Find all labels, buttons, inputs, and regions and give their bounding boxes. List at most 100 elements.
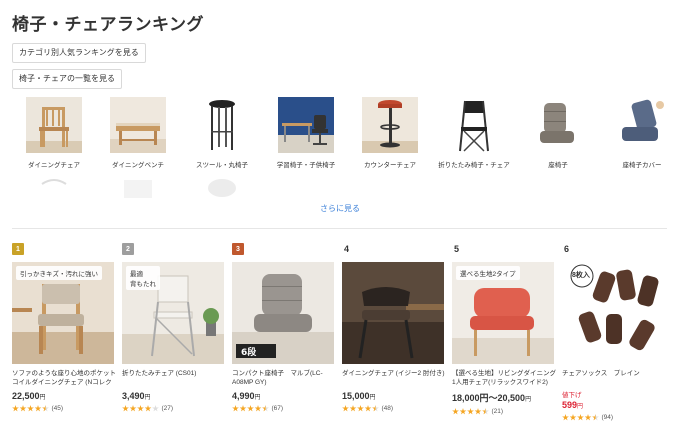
product-name[interactable]: 折りたたみチェア (CS01) <box>122 369 226 387</box>
star-icon <box>137 405 144 412</box>
category-study-chair[interactable]: 学習椅子・子供椅子 <box>264 97 348 169</box>
star-icon <box>577 414 584 421</box>
review-count[interactable]: (45) <box>52 405 64 412</box>
feature-tag: 選べる生地2タイプ <box>456 266 520 280</box>
category-dining-chair[interactable]: ダイニングチェア <box>12 97 96 169</box>
price-unit: 円 <box>525 397 532 403</box>
category-ranking-link[interactable]: カテゴリ別人気ランキングを見る <box>12 43 146 63</box>
category-collapsed-item <box>180 176 264 198</box>
review-count[interactable]: (48) <box>382 405 394 412</box>
review-count[interactable]: (27) <box>162 405 174 412</box>
stool-image <box>194 97 250 153</box>
desk-chair-image <box>278 97 334 153</box>
star-icon <box>467 408 474 415</box>
rating: (27) <box>122 405 226 412</box>
category-label: 学習椅子・子供椅子 <box>276 162 336 169</box>
star-icon <box>254 405 262 412</box>
crown-icon: 3 <box>232 243 244 255</box>
price-unit: 円 <box>254 395 261 401</box>
price-value: 15,000 <box>342 391 370 401</box>
category-floor-chair[interactable]: 座椅子 <box>516 97 600 169</box>
category-dining-bench[interactable]: ダイニングベンチ <box>96 97 180 169</box>
price-value: 18,000円～20,500 <box>452 393 526 403</box>
product-price: 22,500円 <box>12 391 116 401</box>
product-name[interactable]: チェアソックス プレイン <box>562 369 666 387</box>
category-floor-chair-cover[interactable]: 座椅子カバー <box>600 97 684 169</box>
star-half-icon <box>482 408 489 415</box>
rating: (21) <box>452 408 556 415</box>
ranking-card[interactable]: 1 引っかきキズ・汚れに強い ソファのような座り心地のポケットコイルダイニングチ… <box>12 242 116 412</box>
star-icon <box>357 405 364 412</box>
rating: (48) <box>342 405 446 412</box>
price-unit: 円 <box>39 395 46 401</box>
feature-tag: 引っかきキズ・汚れに強い <box>16 266 102 280</box>
see-more-link[interactable]: さらに見る <box>320 203 360 214</box>
star-icon <box>459 408 467 415</box>
chair-image <box>26 176 82 198</box>
floor-chair-cover-image <box>614 97 670 153</box>
category-row-collapsed <box>12 176 312 198</box>
folding-chair-image <box>446 97 502 153</box>
star-icon <box>12 405 19 412</box>
rank-badge: 2 <box>122 242 226 256</box>
star-icon <box>19 405 27 412</box>
product-name[interactable]: ダイニングチェア (イジー2 肘付き) <box>342 369 446 387</box>
category-stool[interactable]: スツール・丸椅子 <box>180 97 264 169</box>
star-half-icon <box>42 405 49 412</box>
product-price: 18,000円～20,500円 <box>452 391 556 404</box>
crown-icon: 1 <box>12 243 24 255</box>
category-counter-chair[interactable]: カウンターチェア <box>348 97 432 169</box>
category-label: ダイニングベンチ <box>112 162 164 169</box>
star-icon <box>144 405 152 412</box>
ranking-card[interactable]: 5 選べる生地2タイプ 【選べる生地】リビングダイニング1人用チェア(リラックス… <box>452 242 556 415</box>
product-image: 8枚入 <box>562 262 664 364</box>
floor-chair-image <box>530 97 586 153</box>
category-label: 折りたたみ椅子・チェア <box>438 162 510 169</box>
wooden-chair-image <box>26 97 82 153</box>
review-count[interactable]: (67) <box>272 405 284 412</box>
price-unit: 円 <box>577 404 584 410</box>
star-icon <box>569 414 577 421</box>
category-folding-chair[interactable]: 折りたたみ椅子・チェア <box>432 97 516 169</box>
review-count[interactable]: (21) <box>492 408 504 415</box>
category-label: 座椅子 <box>548 162 568 169</box>
ranking-card[interactable]: 3 6段 コンパクト座椅子 マルブ(LC-A08MP GY) 4,990円 (6… <box>232 242 336 412</box>
rank-number: 4 <box>344 244 350 254</box>
bar-stool-image <box>362 97 418 153</box>
quantity-tag: 8枚入 <box>572 272 590 279</box>
product-name[interactable]: ソファのような座り心地のポケットコイルダイニングチェア (Nコレクション <box>12 369 116 387</box>
star-icon <box>474 408 482 415</box>
chair-image <box>194 176 250 198</box>
product-image: 6段 <box>232 262 334 364</box>
product-name[interactable]: コンパクト座椅子 マルブ(LC-A08MP GY) <box>232 369 336 387</box>
star-icon <box>122 405 129 412</box>
ranking-card[interactable]: 6 8枚入 チェアソックス プレイン 値下げ 599円 (94) <box>562 242 666 421</box>
review-count[interactable]: (94) <box>602 414 614 421</box>
star-icon <box>349 405 357 412</box>
category-label: ダイニングチェア <box>28 162 80 169</box>
crown-icon: 2 <box>122 243 134 255</box>
category-collapsed-item <box>12 176 96 198</box>
ranking-card[interactable]: 4 ダイニングチェア (イジー2 肘付き) 15,000円 (48) <box>342 242 446 412</box>
product-image: 選べる生地2タイプ <box>452 262 554 364</box>
bench-image <box>110 97 166 153</box>
product-name[interactable]: 【選べる生地】リビングダイニング1人用チェア(リラックスワイド2) <box>452 369 556 387</box>
feature-tag: 最適 背もたれ <box>126 266 160 290</box>
price-value: 22,500 <box>12 391 40 401</box>
category-label: 座椅子カバー <box>622 162 662 169</box>
star-icon <box>239 405 247 412</box>
chair-list-link[interactable]: 椅子・チェアの一覧を見る <box>12 69 122 89</box>
price-value: 3,490 <box>122 391 145 401</box>
rank-number: 6 <box>564 244 570 254</box>
star-icon <box>584 414 592 421</box>
category-label: カウンターチェア <box>364 162 416 169</box>
category-row: ダイニングチェア ダイニングベンチ スツール・丸椅子 学習椅子・子供椅子 カウン… <box>12 97 684 172</box>
rank-badge: 4 <box>342 242 446 256</box>
rank-badge: 3 <box>232 242 336 256</box>
category-collapsed-item <box>96 176 180 198</box>
star-icon <box>247 405 254 412</box>
star-empty-icon <box>152 405 159 412</box>
star-half-icon <box>372 405 379 412</box>
price-value: 4,990 <box>232 391 255 401</box>
ranking-card[interactable]: 2 最適 背もたれ 折りたたみチェア (CS01) 3,490円 (27) <box>122 242 226 412</box>
